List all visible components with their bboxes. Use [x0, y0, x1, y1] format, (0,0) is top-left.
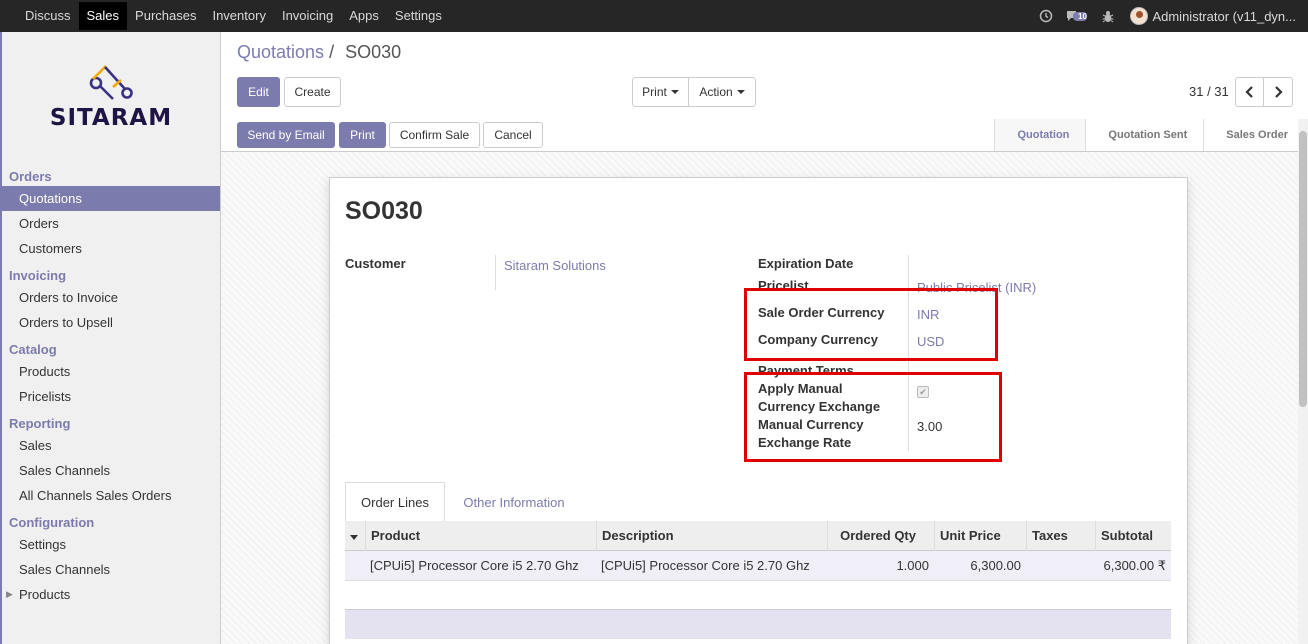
scrollbar-thumb[interactable] — [1299, 131, 1307, 407]
menu-inventory[interactable]: Inventory — [204, 2, 273, 30]
send-by-email-button[interactable]: Send by Email — [237, 122, 335, 148]
highlight-box-manual-rate — [744, 372, 1002, 462]
menu-invoicing[interactable]: Invoicing — [274, 2, 341, 30]
chevron-right-icon — [1275, 86, 1283, 98]
sidebar-item-all-channels-sales-orders[interactable]: All Channels Sales Orders — [2, 483, 220, 508]
column-taxes[interactable]: Taxes — [1026, 521, 1095, 551]
section-catalog: Catalog — [9, 342, 57, 357]
order-name: SO030 — [345, 197, 423, 225]
cancel-button[interactable]: Cancel — [483, 122, 543, 148]
stage-sales-order[interactable]: Sales Order — [1203, 119, 1308, 151]
column-ordered-qty[interactable]: Ordered Qty — [827, 521, 934, 551]
caret-down-icon — [350, 535, 358, 540]
avatar[interactable] — [1130, 7, 1149, 25]
customer-label: Customer — [345, 256, 406, 271]
sidebar-item-orders-to-upsell[interactable]: Orders to Upsell — [2, 310, 220, 335]
sidebar-item-sales-channels[interactable]: Sales Channels — [2, 458, 220, 483]
logo-icon — [89, 65, 133, 100]
pager-previous-button[interactable] — [1235, 77, 1264, 107]
stage-bar: Quotation Quotation Sent Sales Order — [994, 119, 1308, 151]
caret-right-icon: ▶ — [6, 589, 13, 599]
cell-subtotal[interactable]: 6,300.00 ₹ — [1095, 551, 1171, 581]
stage-quotation-sent[interactable]: Quotation Sent — [1085, 119, 1203, 151]
menu-settings[interactable]: Settings — [387, 2, 450, 30]
action-dropdown-label: Action — [699, 85, 733, 99]
sidebar-item-quotations[interactable]: Quotations — [2, 186, 220, 211]
sidebar-item-config-products[interactable]: ▶ Products — [2, 582, 220, 607]
tab-order-lines[interactable]: Order Lines — [345, 482, 445, 522]
caret-down-icon — [736, 90, 745, 94]
sidebar-item-orders[interactable]: Orders — [2, 211, 220, 236]
caret-down-icon — [670, 90, 679, 94]
print-dropdown[interactable]: Print — [632, 77, 689, 107]
column-description[interactable]: Description — [596, 521, 827, 551]
breadcrumb-separator: / — [329, 42, 335, 62]
table-footer — [345, 609, 1171, 639]
top-navbar: Discuss Sales Purchases Inventory Invoic… — [0, 0, 1308, 32]
systray: 10 Administrator (v11_dyn... — [1032, 0, 1308, 32]
sidebar: SITARAM Orders Quotations Orders Custome… — [0, 32, 221, 644]
breadcrumb-current: SO030 — [345, 42, 402, 62]
breadcrumb: Quotations / SO030 — [237, 42, 401, 63]
print-dropdown-label: Print — [642, 85, 667, 99]
table-header: Product Description Ordered Qty Unit Pri… — [345, 521, 1171, 551]
cell-unit-price[interactable]: 6,300.00 — [934, 551, 1026, 581]
confirm-sale-button[interactable]: Confirm Sale — [389, 122, 480, 148]
print-button[interactable]: Print — [339, 122, 386, 148]
main-menu: Discuss Sales Purchases Inventory Invoic… — [0, 0, 450, 32]
sidebar-item-pricelists[interactable]: Pricelists — [2, 384, 220, 409]
menu-purchases[interactable]: Purchases — [127, 2, 204, 30]
field-divider — [495, 255, 496, 290]
user-menu[interactable]: Administrator (v11_dyn... — [1152, 9, 1308, 24]
cell-product[interactable]: [CPUi5] Processor Core i5 2.70 Ghz — [365, 551, 596, 581]
sidebar-item-customers[interactable]: Customers — [2, 236, 220, 261]
chevron-left-icon — [1244, 86, 1253, 98]
section-reporting: Reporting — [9, 416, 71, 431]
column-product[interactable]: Product — [365, 521, 596, 551]
section-invoicing: Invoicing — [9, 268, 67, 283]
sidebar-item-label: Products — [19, 587, 71, 602]
sidebar-item-settings[interactable]: Settings — [2, 532, 220, 557]
pager-value[interactable]: 31 / 31 — [1189, 84, 1229, 99]
sidebar-item-products[interactable]: Products — [2, 359, 220, 384]
expiration-date-label: Expiration Date — [758, 256, 854, 271]
create-button[interactable]: Create — [284, 77, 341, 107]
cell-ordered-qty[interactable]: 1.000 — [827, 551, 934, 581]
logo-text: SITARAM — [49, 105, 173, 131]
section-configuration: Configuration — [9, 515, 95, 530]
sidebar-item-sales[interactable]: Sales — [2, 433, 220, 458]
table-row[interactable]: [CPUi5] Processor Core i5 2.70 Ghz [CPUi… — [345, 551, 1171, 581]
sidebar-item-orders-to-invoice[interactable]: Orders to Invoice — [2, 285, 220, 310]
messages-badge: 10 — [1078, 11, 1087, 21]
bug-icon[interactable] — [1094, 0, 1122, 32]
menu-sales[interactable]: Sales — [78, 2, 128, 30]
clock-icon[interactable] — [1032, 0, 1060, 32]
highlight-box-currency — [744, 288, 998, 361]
company-logo[interactable]: SITARAM — [2, 32, 220, 162]
menu-discuss[interactable]: Discuss — [17, 2, 79, 30]
pager-next-button[interactable] — [1263, 77, 1293, 107]
sidebar-item-config-sales-channels[interactable]: Sales Channels — [2, 557, 220, 582]
column-toggle[interactable] — [345, 521, 365, 551]
tab-other-information[interactable]: Other Information — [449, 482, 579, 522]
column-unit-price[interactable]: Unit Price — [934, 521, 1026, 551]
section-orders: Orders — [9, 169, 52, 184]
cell-description[interactable]: [CPUi5] Processor Core i5 2.70 Ghz — [596, 551, 827, 581]
breadcrumb-quotations[interactable]: Quotations — [237, 42, 324, 62]
stage-quotation[interactable]: Quotation — [994, 119, 1086, 151]
scrollbar[interactable] — [1298, 119, 1308, 644]
chat-icon[interactable]: 10 — [1060, 0, 1094, 32]
column-subtotal[interactable]: Subtotal — [1095, 521, 1171, 551]
customer-value[interactable]: Sitaram Solutions — [504, 258, 606, 273]
action-dropdown[interactable]: Action — [688, 77, 756, 107]
cell-taxes[interactable] — [1026, 551, 1095, 581]
menu-apps[interactable]: Apps — [341, 2, 387, 30]
edit-button[interactable]: Edit — [237, 77, 280, 107]
